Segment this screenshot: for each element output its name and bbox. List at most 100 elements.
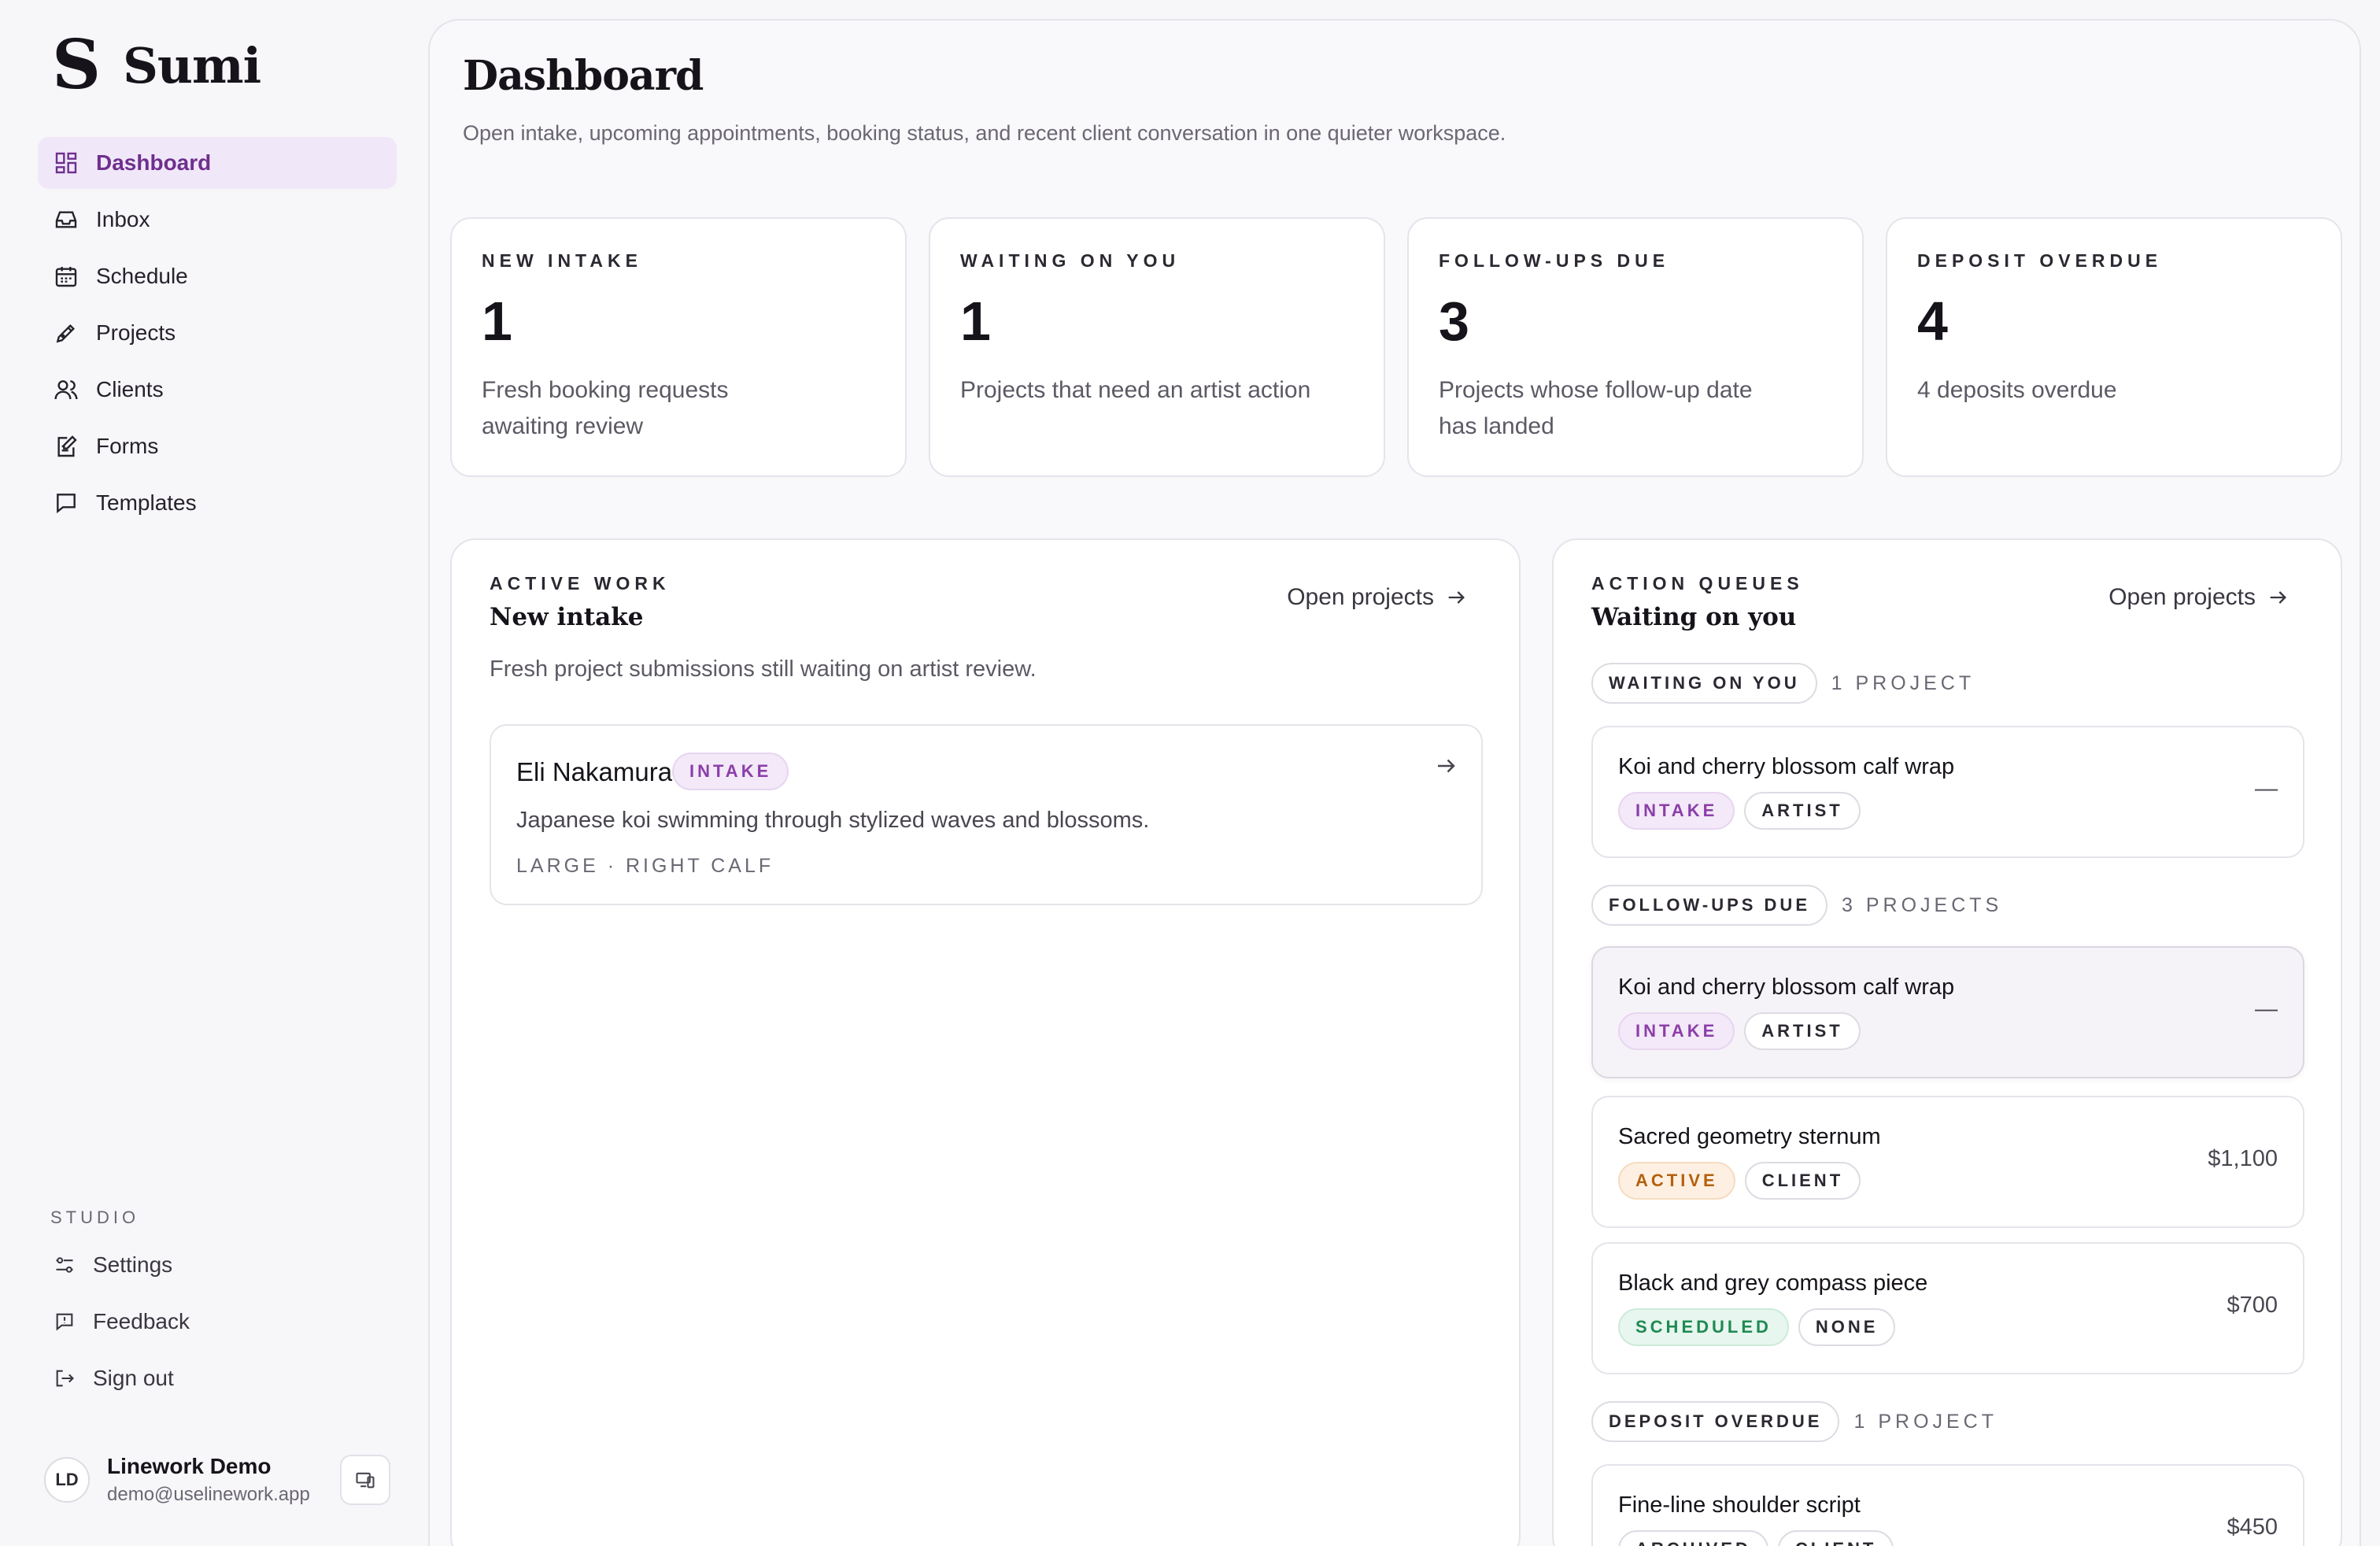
panel-description: Fresh project submissions still waiting … bbox=[490, 656, 1037, 682]
user-email: demo@uselinework.app bbox=[107, 1484, 310, 1505]
users-icon bbox=[54, 380, 78, 400]
queue-group-pill[interactable]: FOLLOW-UPS DUE bbox=[1591, 885, 1828, 926]
sidebar-item-label: Dashboard bbox=[96, 150, 212, 175]
project-title: Koi and cherry blossom calf wrap bbox=[1618, 754, 1955, 779]
sidebar-item-templates[interactable]: Templates bbox=[38, 477, 397, 529]
sidebar-item-label: Feedback bbox=[93, 1309, 190, 1333]
avatar: LD bbox=[44, 1457, 90, 1503]
studio-nav: Settings Feedback Sign out bbox=[38, 1239, 397, 1409]
sidebar-item-label: Forms bbox=[96, 434, 159, 458]
status-badge: INTAKE bbox=[672, 753, 789, 790]
sign-out-icon bbox=[56, 1370, 74, 1387]
panel-title: New intake bbox=[490, 603, 644, 631]
switch-view-button[interactable] bbox=[340, 1455, 390, 1505]
stat-label: WAITING ON YOU bbox=[960, 250, 1181, 271]
feedback-icon bbox=[56, 1313, 73, 1331]
stat-card-follow-ups-due[interactable]: FOLLOW-UPS DUE 3 Projects whose follow-u… bbox=[1407, 217, 1864, 477]
status-badge: INTAKE bbox=[1618, 792, 1735, 830]
queue-item[interactable]: Fine-line shoulder script ARCHIVED CLIEN… bbox=[1591, 1464, 2304, 1546]
sidebar-item-dashboard[interactable]: Dashboard bbox=[38, 137, 397, 189]
intake-card[interactable]: Eli Nakamura INTAKE Japanese koi swimmin… bbox=[490, 724, 1483, 905]
panel-eyebrow: ACTIVE WORK bbox=[490, 573, 671, 594]
main-nav: Dashboard Inbox Schedule Projects Client… bbox=[38, 137, 397, 534]
brand-logo: S bbox=[52, 25, 102, 105]
devices-icon bbox=[356, 1472, 375, 1489]
sidebar-item-schedule[interactable]: Schedule bbox=[38, 250, 397, 302]
amount: $1,100 bbox=[2208, 1146, 2278, 1171]
queue-group-count: 3 PROJECTS bbox=[1842, 893, 2003, 916]
user-name: Linework Demo bbox=[107, 1454, 272, 1478]
stat-value: 3 bbox=[1439, 290, 1469, 352]
project-title: Sacred geometry sternum bbox=[1618, 1124, 1881, 1149]
stat-description: Fresh booking requests awaiting review bbox=[482, 377, 729, 439]
sidebar-item-feedback[interactable]: Feedback bbox=[38, 1296, 397, 1348]
status-badge: INTAKE bbox=[1618, 1012, 1735, 1050]
open-projects-link[interactable]: Open projects bbox=[1287, 584, 1467, 611]
brand[interactable]: S Sumi bbox=[52, 31, 261, 99]
link-label: Open projects bbox=[2108, 584, 2256, 610]
owner-badge: ARTIST bbox=[1744, 1012, 1861, 1050]
sidebar-item-label: Templates bbox=[96, 490, 197, 515]
sidebar-item-forms[interactable]: Forms bbox=[38, 420, 397, 472]
project-title: Koi and cherry blossom calf wrap bbox=[1618, 975, 1955, 1000]
stat-card-deposit-overdue[interactable]: DEPOSIT OVERDUE 4 4 deposits overdue bbox=[1886, 217, 2342, 477]
inbox-icon bbox=[55, 211, 77, 228]
arrow-right-icon bbox=[1448, 591, 1465, 604]
arrow-right-icon[interactable] bbox=[1434, 754, 1458, 778]
sidebar-item-label: Clients bbox=[96, 377, 164, 401]
owner-badge: ARTIST bbox=[1744, 792, 1861, 830]
stat-description: Projects that need an artist action bbox=[960, 377, 1311, 403]
main-content: Dashboard Open intake, upcoming appointm… bbox=[428, 19, 2361, 1546]
queue-item[interactable]: Koi and cherry blossom calf wrap INTAKE … bbox=[1591, 726, 2304, 858]
sidebar-item-label: Schedule bbox=[96, 264, 188, 288]
status-badge: ACTIVE bbox=[1618, 1162, 1735, 1200]
brand-name: Sumi bbox=[123, 36, 261, 94]
stat-value: 4 bbox=[1917, 290, 1948, 352]
panel-title: Waiting on you bbox=[1591, 603, 1797, 631]
link-label: Open projects bbox=[1287, 584, 1434, 610]
user-info: Linework Demo demo@uselinework.app bbox=[107, 1454, 310, 1506]
sidebar-item-label: Projects bbox=[96, 320, 176, 345]
queue-item[interactable]: Koi and cherry blossom calf wrap INTAKE … bbox=[1591, 946, 2304, 1078]
sidebar-item-settings[interactable]: Settings bbox=[38, 1239, 397, 1291]
message-icon bbox=[57, 494, 76, 514]
sidebar-item-label: Settings bbox=[93, 1252, 173, 1277]
amount: — bbox=[2255, 997, 2278, 1022]
sidebar-item-label: Inbox bbox=[96, 207, 150, 231]
queue-group-header: WAITING ON YOU 1 PROJECT bbox=[1591, 663, 1975, 704]
stat-value: 1 bbox=[960, 290, 991, 352]
page-subtitle: Open intake, upcoming appointments, book… bbox=[463, 121, 1506, 145]
project-title: Fine-line shoulder script bbox=[1618, 1492, 1861, 1518]
sidebar-item-clients[interactable]: Clients bbox=[38, 364, 397, 416]
stat-description: Projects whose follow-up date has landed bbox=[1439, 377, 1753, 439]
sidebar-item-projects[interactable]: Projects bbox=[38, 307, 397, 359]
dashboard-icon bbox=[55, 152, 77, 174]
client-name: Eli Nakamura bbox=[516, 757, 673, 786]
owner-badge: NONE bbox=[1798, 1308, 1896, 1346]
stat-label: DEPOSIT OVERDUE bbox=[1917, 250, 2163, 271]
form-icon bbox=[57, 435, 77, 457]
queue-item[interactable]: Sacred geometry sternum ACTIVE CLIENT $1… bbox=[1591, 1096, 2304, 1228]
open-projects-link[interactable]: Open projects bbox=[2108, 584, 2289, 611]
queue-group-header: FOLLOW-UPS DUE 3 PROJECTS bbox=[1591, 885, 2002, 926]
stat-label: FOLLOW-UPS DUE bbox=[1439, 250, 1670, 271]
status-badge: ARCHIVED bbox=[1618, 1530, 1768, 1546]
queue-group-pill[interactable]: DEPOSIT OVERDUE bbox=[1591, 1401, 1840, 1442]
sidebar-item-inbox[interactable]: Inbox bbox=[38, 194, 397, 246]
project-description: Japanese koi swimming through stylized w… bbox=[516, 808, 1150, 833]
queue-group-pill[interactable]: WAITING ON YOU bbox=[1591, 663, 1817, 704]
action-queues-panel: ACTION QUEUES Waiting on you Open projec… bbox=[1552, 538, 2342, 1546]
stat-card-new-intake[interactable]: NEW INTAKE 1 Fresh booking requests awai… bbox=[450, 217, 907, 477]
stat-value: 1 bbox=[482, 290, 512, 352]
stat-card-waiting-on-you[interactable]: WAITING ON YOU 1 Projects that need an a… bbox=[929, 217, 1385, 477]
calendar-icon bbox=[55, 267, 77, 287]
user-profile[interactable]: LD Linework Demo demo@uselinework.app bbox=[44, 1448, 390, 1511]
queue-group-count: 1 PROJECT bbox=[1853, 1410, 1998, 1433]
queue-item[interactable]: Black and grey compass piece SCHEDULED N… bbox=[1591, 1242, 2304, 1374]
project-meta: LARGE · RIGHT CALF bbox=[516, 855, 774, 877]
sidebar-item-label: Sign out bbox=[93, 1366, 174, 1390]
queue-group-count: 1 PROJECT bbox=[1831, 671, 1975, 694]
sidebar-item-sign-out[interactable]: Sign out bbox=[38, 1352, 397, 1404]
sliders-icon bbox=[56, 1257, 73, 1273]
studio-section-label: STUDIO bbox=[50, 1208, 140, 1227]
